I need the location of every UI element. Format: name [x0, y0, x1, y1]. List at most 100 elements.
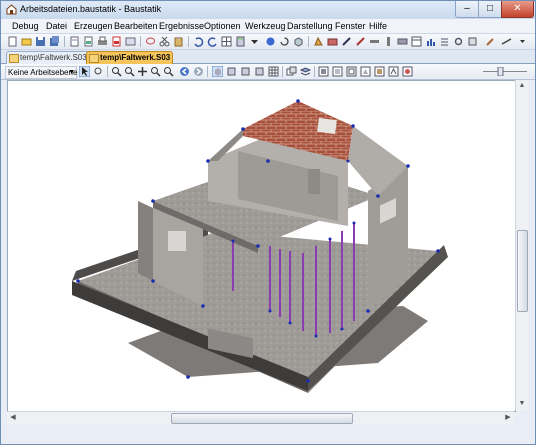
work-plane-select[interactable]: Keine Arbeitsebene ▼ — [5, 66, 77, 79]
render-shaded-icon[interactable] — [332, 66, 343, 77]
calculator-icon[interactable] — [235, 36, 246, 47]
edit-icon[interactable] — [355, 36, 366, 47]
vertical-scroll-thumb[interactable] — [517, 230, 528, 312]
rotate-icon[interactable] — [279, 36, 290, 47]
report-icon[interactable] — [83, 36, 94, 47]
render-hidden-icon[interactable] — [360, 66, 371, 77]
3d-view-icon[interactable] — [212, 66, 223, 77]
app-window: Arbeitsdateien.baustatik - Baustatik – □… — [0, 0, 536, 445]
3d-viewport[interactable] — [7, 80, 516, 412]
zoom-window-icon[interactable] — [150, 66, 161, 77]
menu-bearbeiten[interactable]: Bearbeiten — [114, 20, 158, 32]
close-button[interactable]: ✕ — [501, 1, 534, 18]
menu-ergebnisse[interactable]: Ergebnisse — [159, 20, 204, 32]
render-solid-icon[interactable] — [318, 66, 329, 77]
export-icon[interactable] — [125, 36, 136, 47]
print-icon[interactable] — [97, 36, 108, 47]
pan-icon[interactable] — [137, 66, 148, 77]
cut-icon[interactable] — [159, 36, 170, 47]
top-view-icon[interactable] — [254, 66, 265, 77]
menu-fenster[interactable]: Fenster — [335, 20, 366, 32]
toolbar-overflow-icon[interactable] — [517, 36, 528, 47]
dropdown-arrow-icon[interactable] — [249, 36, 260, 47]
back-icon[interactable] — [179, 66, 190, 77]
scroll-up-arrow-icon[interactable]: ▲ — [516, 80, 528, 92]
node — [340, 327, 344, 331]
toolbar-separator — [64, 36, 65, 47]
tab-faltwerk-active[interactable]: temp\Faltwerk.S03 — [86, 51, 173, 64]
forward-icon[interactable] — [193, 66, 204, 77]
horizontal-scroll-thumb[interactable] — [171, 413, 353, 424]
lasso-select-icon[interactable] — [145, 36, 156, 47]
measure-icon[interactable] — [501, 36, 512, 47]
beam-tool-icon[interactable] — [369, 36, 380, 47]
zoom-out-icon[interactable] — [124, 66, 135, 77]
maximize-button[interactable]: □ — [478, 1, 502, 18]
render-mesh-icon[interactable] — [388, 66, 399, 77]
pick-tool-icon[interactable] — [93, 66, 104, 77]
pencil-icon[interactable] — [341, 36, 352, 47]
save-all-icon[interactable] — [49, 36, 60, 47]
document-icon[interactable] — [69, 36, 80, 47]
pointer-select-icon[interactable] — [79, 66, 90, 77]
menu-hilfe[interactable]: Hilfe — [369, 20, 387, 32]
menu-datei[interactable]: Datei — [46, 20, 67, 32]
redo-icon[interactable] — [207, 36, 218, 47]
scroll-down-arrow-icon[interactable]: ▼ — [516, 398, 528, 410]
tab-label: temp\Faltwerk.S03 — [100, 53, 171, 62]
title-bar[interactable]: Arbeitsdateien.baustatik - Baustatik – □… — [1, 1, 535, 19]
zoom-all-icon[interactable] — [163, 66, 174, 77]
cube-icon[interactable] — [293, 36, 304, 47]
horizontal-scrollbar[interactable]: ◀ ▶ — [7, 411, 514, 424]
menu-werkzeug[interactable]: Werkzeug — [245, 20, 285, 32]
menu-erzeugen[interactable]: Erzeugen — [74, 20, 113, 32]
settings-icon[interactable] — [453, 36, 464, 47]
new-file-icon[interactable] — [7, 36, 18, 47]
slab-tool-icon[interactable] — [397, 36, 408, 47]
scroll-left-arrow-icon[interactable]: ◀ — [7, 412, 19, 424]
undo-icon[interactable] — [193, 36, 204, 47]
tab-faltwerk-inactive[interactable]: temp\Faltwerk.S03 — [6, 51, 92, 64]
layers-icon[interactable] — [300, 66, 311, 77]
column-tool-icon[interactable] — [383, 36, 394, 47]
render-wire-icon[interactable] — [346, 66, 357, 77]
wall-tool-icon[interactable] — [327, 36, 338, 47]
node — [352, 221, 356, 225]
chart-icon[interactable] — [425, 36, 436, 47]
minimize-button[interactable]: – — [455, 1, 479, 18]
gable-window — [317, 117, 337, 135]
node — [288, 321, 292, 325]
node — [76, 279, 80, 283]
render-texture-icon[interactable] — [374, 66, 385, 77]
pdf-icon[interactable] — [111, 36, 122, 47]
side-view-icon[interactable] — [240, 66, 251, 77]
node — [151, 279, 155, 283]
zoom-in-icon[interactable] — [111, 66, 122, 77]
document-tab-bar: temp\Faltwerk.S03 temp\Faltwerk.S03 — [1, 50, 535, 64]
copy-view-icon[interactable] — [286, 66, 297, 77]
brush-icon[interactable] — [485, 36, 496, 47]
toolbar-separator — [308, 36, 309, 47]
element-tool-icon[interactable] — [313, 36, 324, 47]
table-icon[interactable] — [411, 36, 422, 47]
properties-icon[interactable] — [467, 36, 478, 47]
menu-optionen[interactable]: Optionen — [204, 20, 241, 32]
save-icon[interactable] — [35, 36, 46, 47]
building-model-render[interactable] — [8, 81, 515, 411]
scroll-right-arrow-icon[interactable]: ▶ — [502, 412, 514, 424]
open-folder-icon[interactable] — [21, 36, 32, 47]
zoom-slider[interactable] — [483, 67, 527, 76]
menu-darstellung[interactable]: Darstellung — [287, 20, 333, 32]
sphere-icon[interactable] — [265, 36, 276, 47]
render-results-icon[interactable] — [402, 66, 413, 77]
list-icon[interactable] — [439, 36, 450, 47]
paste-icon[interactable] — [173, 36, 184, 47]
toolbar-separator — [282, 66, 283, 77]
view-toolbar: Keine Arbeitsebene ▼ — [1, 64, 535, 80]
toolbar-separator — [107, 66, 108, 77]
vertical-scrollbar[interactable]: ▲ ▼ — [515, 80, 528, 410]
grid-table-icon[interactable] — [221, 36, 232, 47]
grid-view-icon[interactable] — [268, 66, 279, 77]
front-view-icon[interactable] — [226, 66, 237, 77]
menu-debug[interactable]: Debug — [12, 20, 39, 32]
